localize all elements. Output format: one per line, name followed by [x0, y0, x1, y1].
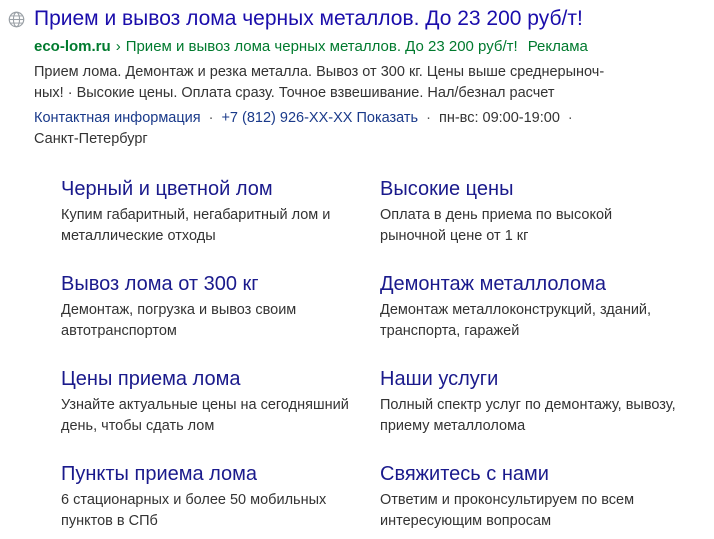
sitelink-description: Купим габаритный, негабаритный лом и мет…: [61, 207, 331, 244]
contact-info-link[interactable]: Контактная информация: [34, 110, 201, 126]
ad-path-link[interactable]: Прием и вывоз лома черных металлов. До 2…: [126, 38, 518, 55]
ad-label: Реклама: [527, 38, 588, 55]
sitelink: Цены приема лома Узнайте актуальные цены…: [61, 366, 361, 437]
ad-title-link[interactable]: Прием и вывоз лома черных металлов. До 2…: [34, 6, 583, 32]
ad-description-line: ных! · Высокие цены. Оплата сразу. Точно…: [34, 85, 555, 101]
sitelink-description: Полный спектр услуг по демонтажу, вывозу…: [380, 397, 676, 434]
sitelink: Высокие цены Оплата в день приема по выс…: [380, 176, 680, 247]
city-label: Санкт-Петербург: [34, 131, 148, 147]
working-hours: пн-вс: 09:00-19:00: [438, 110, 560, 126]
sitelink-description: Узнайте актуальные цены на сегодняшний д…: [61, 397, 349, 434]
sitelink: Черный и цветной лом Купим габаритный, н…: [61, 176, 361, 247]
globe-icon: [8, 11, 25, 28]
sitelink-description: 6 стационарных и более 50 мобильных пунк…: [61, 492, 327, 529]
ad-contacts: Контактная информация · +7 (812) 926-XX-XX…: [34, 108, 694, 150]
sitelink-title[interactable]: Цены приема лома: [61, 366, 361, 392]
sitelink-description: Демонтаж металлоконструкций, зданий, тра…: [380, 302, 652, 339]
sitelink-title[interactable]: Наши услуги: [380, 366, 680, 392]
sitelink-title[interactable]: Свяжитесь с нами: [380, 461, 680, 487]
ad-description: Прием лома. Демонтаж и резка металла. Вы…: [34, 62, 684, 104]
ad-domain-link[interactable]: eco-lom.ru: [34, 38, 111, 55]
ad-description-line: Прием лома. Демонтаж и резка металла. Вы…: [34, 64, 605, 80]
sitelink-description: Оплата в день приема по высокой рыночной…: [380, 207, 613, 244]
sitelink-description: Ответим и проконсультируем по всем интер…: [380, 492, 635, 529]
sitelink: Вывоз лома от 300 кг Демонтаж, погрузка …: [61, 271, 361, 342]
sitelink-title[interactable]: Черный и цветной лом: [61, 176, 361, 202]
breadcrumb-separator: ›: [115, 38, 121, 55]
contact-separator: ·: [567, 110, 573, 126]
search-ad-result: Прием и вывоз лома черных металлов. До 2…: [0, 0, 714, 539]
sitelink: Демонтаж металлолома Демонтаж металлокон…: [380, 271, 680, 342]
contact-separator: ·: [208, 110, 214, 126]
sitelink-description: Демонтаж, погрузка и вывоз своим автотра…: [61, 302, 297, 339]
sitelink-title[interactable]: Высокие цены: [380, 176, 680, 202]
sitelink: Свяжитесь с нами Ответим и проконсультир…: [380, 461, 680, 532]
sitelink-title[interactable]: Пункты приема лома: [61, 461, 361, 487]
sitelink-title[interactable]: Демонтаж металлолома: [380, 271, 680, 297]
contact-separator: ·: [426, 110, 431, 126]
sitelink: Наши услуги Полный спектр услуг по демон…: [380, 366, 680, 437]
sitelink-title[interactable]: Вывоз лома от 300 кг: [61, 271, 361, 297]
sitelink: Пункты приема лома 6 стационарных и боле…: [61, 461, 361, 532]
phone-show-link[interactable]: +7 (812) 926-XX-XX Показать: [221, 110, 418, 126]
ad-url-line: eco-lom.ru › Прием и вывоз лома черных мет…: [34, 37, 588, 57]
